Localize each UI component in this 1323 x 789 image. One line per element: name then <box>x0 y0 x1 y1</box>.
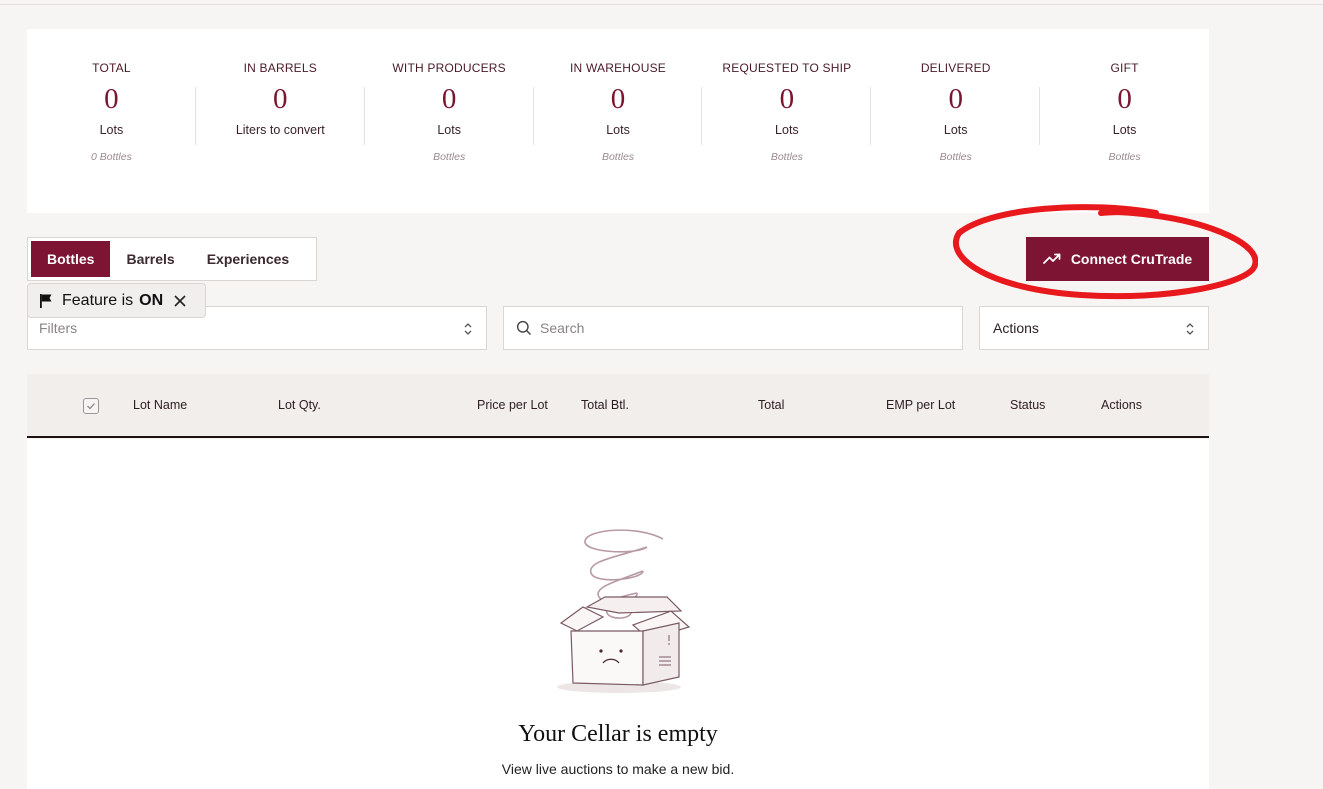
stat-unit: Liters to convert <box>235 123 325 137</box>
stat-in-barrels: IN BARRELS 0 Liters to convert <box>196 29 365 213</box>
table-body-empty: Your Cellar is empty View live auctions … <box>27 439 1209 789</box>
stat-with-producers: WITH PRODUCERS 0 Lots Bottles <box>365 29 534 213</box>
stat-value: 0 <box>273 83 288 115</box>
stat-label: GIFT <box>1110 61 1139 75</box>
stat-unit: Lots <box>99 123 124 137</box>
actions-select[interactable]: Actions <box>979 306 1209 350</box>
stat-label: TOTAL <box>92 61 131 75</box>
stat-value: 0 <box>610 83 626 115</box>
feature-flag-state: ON <box>139 291 164 309</box>
column-total-btl[interactable]: Total Btl. <box>581 398 629 412</box>
column-emp-per-lot[interactable]: EMP per Lot <box>886 398 955 412</box>
connect-crutrade-label: Connect CruTrade <box>1070 251 1193 267</box>
column-total[interactable]: Total <box>758 398 784 412</box>
tab-experiences[interactable]: Experiences <box>191 241 306 277</box>
column-lot-qty[interactable]: Lot Qty. <box>278 398 321 412</box>
column-actions[interactable]: Actions <box>1101 398 1142 412</box>
empty-state-subtitle: View live auctions to make a new bid. <box>501 761 735 777</box>
stat-value: 0 <box>1117 83 1132 115</box>
stat-value: 0 <box>779 83 795 115</box>
stat-sub: Bottles <box>770 151 803 163</box>
filters-input[interactable] <box>39 320 419 336</box>
stat-label: DELIVERED <box>920 61 991 75</box>
empty-state-title: Your Cellar is empty <box>518 721 718 747</box>
stat-unit: Lots <box>1112 123 1137 137</box>
stat-in-warehouse: IN WAREHOUSE 0 Lots Bottles <box>534 29 703 213</box>
feature-flag-text: Feature is <box>62 291 134 309</box>
actions-select-label: Actions <box>993 320 1039 336</box>
flag-icon <box>40 293 52 308</box>
feature-flag-badge: Feature is ON <box>27 283 206 318</box>
connect-crutrade-button[interactable]: Connect CruTrade <box>1026 237 1209 281</box>
stat-sub: Bottles <box>433 151 466 163</box>
stat-label: WITH PRODUCERS <box>392 61 506 75</box>
stat-gift: GIFT 0 Lots Bottles <box>1040 29 1209 213</box>
stat-label: REQUESTED TO SHIP <box>722 61 852 75</box>
stat-unit: Lots <box>437 123 461 137</box>
top-border <box>0 0 1323 5</box>
check-icon <box>87 403 95 410</box>
stat-sub: Bottles <box>1108 151 1141 163</box>
stat-unit: Lots <box>943 123 968 137</box>
stat-requested-to-ship: REQUESTED TO SHIP 0 Lots Bottles <box>702 29 872 213</box>
stat-sub: 0 Bottles <box>91 151 132 163</box>
table-header: Lot Name Lot Qty. Price per Lot Total Bt… <box>27 374 1209 438</box>
tab-bottles[interactable]: Bottles <box>31 241 111 277</box>
empty-box-illustration <box>557 529 691 693</box>
search-input[interactable] <box>540 320 920 336</box>
chevron-up-down-icon <box>464 323 472 335</box>
stat-value: 0 <box>441 83 457 115</box>
search-field[interactable] <box>503 306 963 350</box>
trending-up-icon <box>1042 253 1061 264</box>
stat-unit: Lots <box>606 123 630 137</box>
stat-label: IN BARRELS <box>243 61 317 75</box>
stat-sub: Bottles <box>939 151 972 163</box>
stat-value: 0 <box>104 83 119 115</box>
cellar-tabs: Bottles Barrels Experiences <box>27 237 317 281</box>
tab-barrels[interactable]: Barrels <box>110 241 190 277</box>
column-lot-name[interactable]: Lot Name <box>133 398 187 412</box>
column-price-per-lot[interactable]: Price per Lot <box>477 398 548 412</box>
stat-total: TOTAL 0 Lots 0 Bottles <box>27 29 196 213</box>
stat-label: IN WAREHOUSE <box>570 61 666 75</box>
stat-value: 0 <box>948 83 963 115</box>
close-icon[interactable] <box>173 294 187 308</box>
stat-unit: Lots <box>775 123 799 137</box>
stats-panel: TOTAL 0 Lots 0 Bottles IN BARRELS 0 Lite… <box>27 29 1209 213</box>
select-all-checkbox[interactable] <box>83 398 99 414</box>
stat-sub: Bottles <box>601 151 635 163</box>
chevron-up-down-icon <box>1186 323 1194 335</box>
column-status[interactable]: Status <box>1010 398 1045 412</box>
stat-delivered: DELIVERED 0 Lots Bottles <box>871 29 1041 213</box>
search-icon <box>516 320 531 335</box>
